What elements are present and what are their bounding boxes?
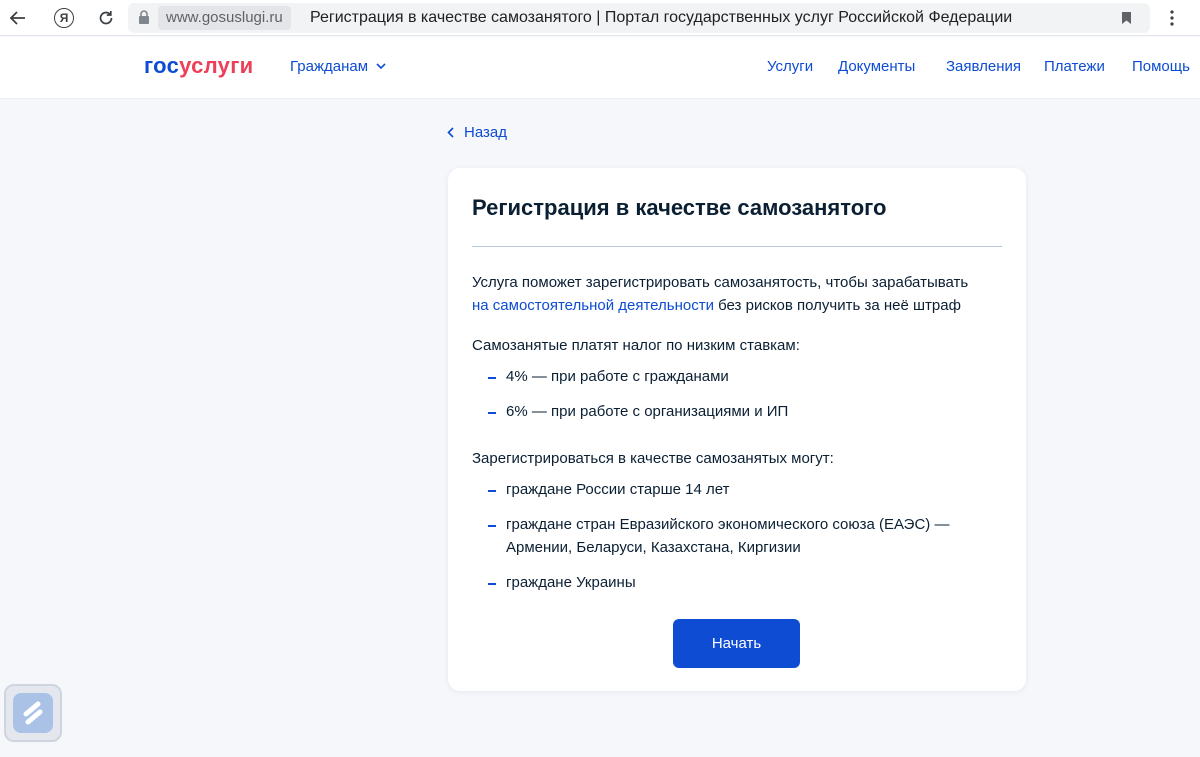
list-dash xyxy=(488,525,496,527)
nav-documents[interactable]: Документы xyxy=(838,58,915,75)
intro-rest: без рисков получить за неё штраф xyxy=(713,297,961,314)
divider xyxy=(472,246,1002,247)
floating-assistant-button[interactable] xyxy=(4,684,62,742)
who-item: граждане стран Евразийского экономическо… xyxy=(506,516,950,533)
chevron-left-icon xyxy=(447,127,454,138)
nav-payments[interactable]: Платежи xyxy=(1044,58,1105,75)
back-label: Назад xyxy=(464,124,507,141)
nav-help[interactable]: Помощь xyxy=(1132,58,1190,75)
audience-label: Гражданам xyxy=(290,58,369,75)
start-button[interactable]: Начать xyxy=(673,619,800,668)
page-tab-title: Регистрация в качестве самозанятого | По… xyxy=(310,9,1013,26)
self-employment-link[interactable]: на самостоятельной деятельности xyxy=(472,297,714,314)
audience-dropdown[interactable]: Гражданам xyxy=(290,58,386,75)
tax-heading: Самозанятые платят налог по низким ставк… xyxy=(472,337,800,354)
assistant-icon xyxy=(13,693,53,733)
intro-line-2: на самостоятельной деятельности без риск… xyxy=(472,294,961,317)
service-card: Регистрация в качестве самозанятого Услу… xyxy=(448,168,1026,691)
lock-icon xyxy=(139,10,149,24)
address-bar[interactable]: www.gosuslugi.ru Регистрация в качестве … xyxy=(128,3,1150,33)
list-dash xyxy=(488,583,496,585)
back-link[interactable]: Назад xyxy=(447,124,507,141)
who-item-continuation: Армении, Беларуси, Казахстана, Киргизии xyxy=(506,539,801,556)
list-dash xyxy=(488,377,496,379)
browser-toolbar: Я www.gosuslugi.ru Регистрация в качеств… xyxy=(0,0,1200,36)
back-arrow-icon[interactable] xyxy=(6,6,30,30)
list-dash xyxy=(488,412,496,414)
chevron-down-icon xyxy=(376,63,386,70)
nav-services[interactable]: Услуги xyxy=(767,58,813,75)
bookmark-icon[interactable] xyxy=(1121,11,1132,25)
list-dash xyxy=(488,490,496,492)
page-title: Регистрация в качестве самозанятого xyxy=(472,195,887,220)
site-header: госуслуги Гражданам Услуги Документы Зая… xyxy=(0,37,1200,99)
yandex-icon[interactable]: Я xyxy=(52,6,76,30)
browser-menu-icon[interactable] xyxy=(1160,6,1184,30)
who-item: граждане России старше 14 лет xyxy=(506,481,730,498)
intro-line-1: Услуга поможет зарегистрировать самозаня… xyxy=(472,274,969,291)
tax-item: 4% — при работе с гражданами xyxy=(506,368,729,385)
nav-applications[interactable]: Заявления xyxy=(946,58,1021,75)
who-heading: Зарегистрироваться в качестве самозаняты… xyxy=(472,450,834,467)
gosuslugi-logo[interactable]: госуслуги xyxy=(144,53,254,79)
reload-icon[interactable] xyxy=(94,6,118,30)
who-item: граждане Украины xyxy=(506,574,636,591)
address-domain: www.gosuslugi.ru xyxy=(158,6,291,30)
tax-item: 6% — при работе с организациями и ИП xyxy=(506,403,789,420)
